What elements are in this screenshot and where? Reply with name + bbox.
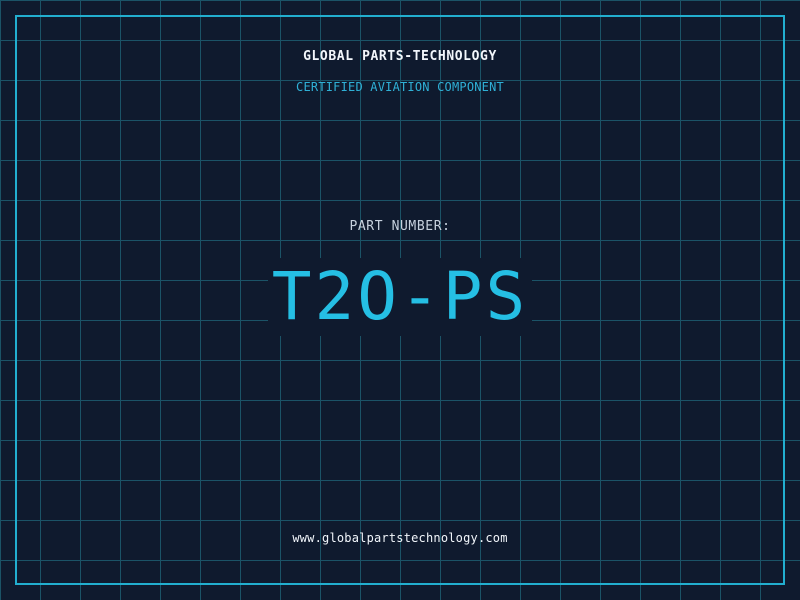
part-number-value: T2O-PS: [267, 258, 533, 336]
certification-subtitle: CERTIFIED AVIATION COMPONENT: [296, 80, 504, 94]
company-name: GLOBAL PARTS-TECHNOLOGY: [303, 49, 497, 64]
part-number-block: T2O-PS: [0, 258, 800, 336]
website-url: www.globalpartstechnology.com: [292, 531, 508, 545]
part-number-label: PART NUMBER:: [349, 219, 451, 234]
